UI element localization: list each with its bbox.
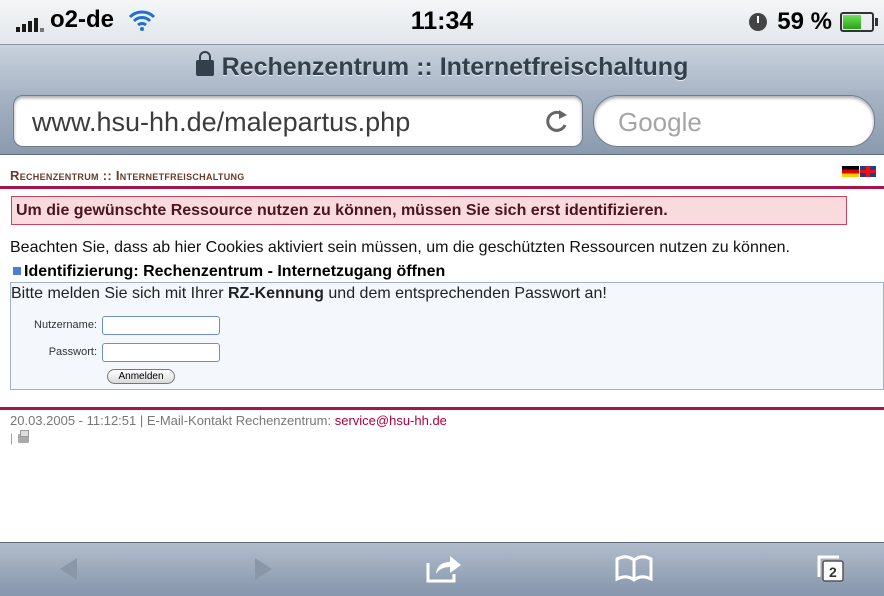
login-form: Bitte melden Sie sich mit Ihrer RZ-Kennu… — [10, 282, 884, 390]
language-flags — [842, 166, 876, 177]
footer-rule — [0, 407, 884, 410]
bookmarks-button[interactable] — [612, 551, 656, 587]
print-link[interactable]: | — [10, 430, 30, 445]
username-input[interactable] — [102, 316, 220, 335]
bookmarks-icon[interactable] — [615, 555, 653, 583]
password-input[interactable] — [102, 343, 220, 362]
browser-title-bar: Rechenzentrum :: Internetfreischaltung — [0, 44, 884, 91]
back-icon[interactable] — [57, 556, 79, 582]
footer: 20.03.2005 - 11:12:51 | E-Mail-Kontakt R… — [10, 413, 447, 428]
page-title-text: Rechenzentrum :: Internetfreischaltung — [221, 53, 689, 81]
bullet-icon — [13, 267, 21, 275]
page-title: Rechenzentrum :: Internetfreischaltung — [0, 51, 884, 82]
tabs-button[interactable]: 2 — [808, 551, 852, 587]
share-button[interactable] — [422, 551, 466, 587]
identification-alert: Um die gewünschte Ressource nutzen zu kö… — [11, 196, 847, 225]
header-rule — [0, 186, 884, 189]
browser-toolbar: 2 — [0, 542, 884, 596]
login-intro: Bitte melden Sie sich mit Ihrer RZ-Kennu… — [11, 285, 607, 303]
flag-uk-icon[interactable] — [860, 166, 876, 177]
section-heading: Identifizierung: Rechenzentrum - Interne… — [13, 263, 445, 281]
back-button[interactable] — [46, 551, 90, 587]
footer-email-link[interactable]: service@hsu-hh.de — [335, 413, 447, 428]
battery-icon — [840, 12, 878, 32]
login-intro-post: und dem entsprechenden Passwort an! — [323, 285, 607, 302]
cookie-notice: Beachten Sie, dass ab hier Cookies aktiv… — [10, 239, 790, 256]
reload-icon[interactable] — [544, 106, 570, 134]
url-text[interactable]: www.hsu-hh.de/malepartus.php — [32, 107, 410, 138]
status-bar: o2-de 11:34 59 % — [0, 0, 884, 44]
share-icon[interactable] — [425, 554, 463, 584]
battery-percent: 59 % — [777, 8, 832, 35]
search-field[interactable] — [593, 95, 875, 147]
lock-icon — [195, 51, 214, 76]
flag-de-icon[interactable] — [842, 166, 859, 177]
url-field[interactable]: www.hsu-hh.de/malepartus.php — [13, 95, 583, 147]
forward-icon[interactable] — [253, 556, 275, 582]
print-separator: | — [10, 431, 14, 445]
search-input[interactable] — [616, 106, 860, 139]
status-right: 59 % — [749, 8, 878, 36]
login-intro-pre: Bitte melden Sie sich mit Ihrer — [11, 285, 228, 302]
tab-count: 2 — [829, 564, 837, 580]
alert-text: Um die gewünschte Ressource nutzen zu kö… — [16, 202, 668, 219]
footer-text: 20.03.2005 - 11:12:51 | E-Mail-Kontakt R… — [10, 413, 335, 428]
alarm-icon — [749, 13, 768, 31]
login-intro-bold: RZ-Kennung — [227, 285, 324, 302]
forward-button[interactable] — [242, 551, 286, 587]
username-label: Nutzername: — [34, 319, 97, 331]
print-icon[interactable] — [18, 430, 30, 443]
section-heading-text: Identifizierung: Rechenzentrum - Interne… — [24, 263, 446, 280]
battery-fill — [843, 15, 861, 29]
address-row: www.hsu-hh.de/malepartus.php — [0, 90, 884, 155]
site-title: Rechenzentrum :: Internetfreischaltung — [10, 168, 245, 183]
password-label: Passwort: — [48, 346, 97, 358]
login-button[interactable]: Anmelden — [107, 369, 175, 384]
